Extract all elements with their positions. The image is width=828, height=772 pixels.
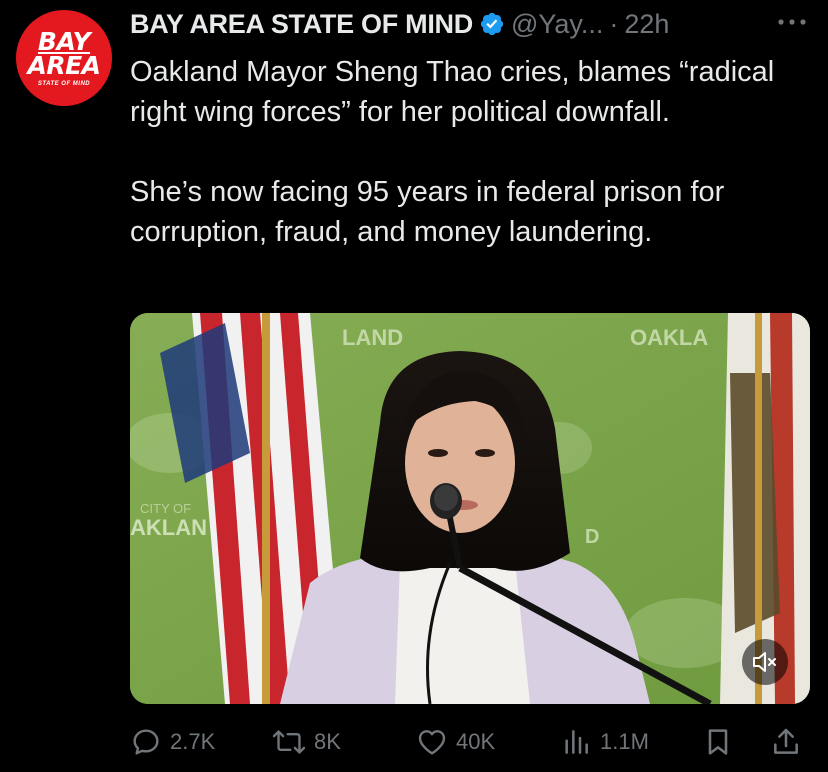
tweet-text: Oakland Mayor Sheng Thao cries, blames “… xyxy=(130,52,810,252)
backdrop-text: AKLAN xyxy=(130,515,207,540)
views-chart-icon xyxy=(565,730,588,754)
tweet-actions: 2.7K 8K 40K 1.1M xyxy=(130,722,810,762)
video-player[interactable]: LAND OAKLA CITY OF AKLAN D xyxy=(130,313,810,704)
retweet-count: 8K xyxy=(314,729,341,754)
tweet-header: BAY AREA STATE OF MIND @Yay... · 22h xyxy=(130,6,669,42)
speaker-muted-icon xyxy=(753,652,776,672)
tweet-paragraph: She’s now facing 95 years in federal pri… xyxy=(130,176,725,248)
more-options-icon[interactable] xyxy=(775,12,809,32)
avatar-text-line3: STATE OF MIND xyxy=(37,80,91,87)
reply-count: 2.7K xyxy=(170,729,216,754)
heart-icon xyxy=(418,730,446,755)
share-icon xyxy=(774,728,798,754)
views-count: 1.1M xyxy=(600,729,649,754)
retweet-button[interactable]: 8K xyxy=(272,722,341,762)
backdrop-text: LAND xyxy=(342,325,403,350)
tweet-paragraph: Oakland Mayor Sheng Thao cries, blames “… xyxy=(130,56,775,128)
backdrop-text: D xyxy=(585,526,599,548)
like-count: 40K xyxy=(456,729,496,754)
verified-badge-icon xyxy=(480,12,504,36)
bookmark-icon xyxy=(708,729,728,755)
backdrop-text: CITY OF xyxy=(140,501,191,516)
tweet-timestamp[interactable]: 22h xyxy=(624,9,669,40)
like-button[interactable]: 40K xyxy=(416,722,495,762)
separator-dot: · xyxy=(609,8,619,39)
author-display-name[interactable]: BAY AREA STATE OF MIND xyxy=(130,9,473,40)
video-frame: LAND OAKLA CITY OF AKLAN D xyxy=(130,313,810,704)
reply-button[interactable]: 2.7K xyxy=(130,722,215,762)
share-button[interactable] xyxy=(770,722,802,762)
avatar[interactable]: BAY AREA STATE OF MIND xyxy=(16,10,112,106)
avatar-text-line1: BAY xyxy=(37,26,91,56)
retweet-icon xyxy=(272,730,306,754)
bookmark-button[interactable] xyxy=(702,722,734,762)
author-handle[interactable]: @Yay... xyxy=(511,9,603,40)
reply-icon xyxy=(133,729,159,755)
mute-toggle-button[interactable] xyxy=(742,639,788,685)
views-button[interactable]: 1.1M xyxy=(560,722,649,762)
avatar-text-line2: AREA xyxy=(27,50,101,80)
backdrop-text: OAKLA xyxy=(630,325,708,350)
